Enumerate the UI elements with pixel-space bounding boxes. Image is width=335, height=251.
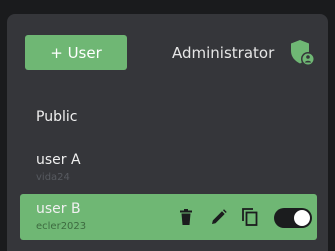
user-row-user-b[interactable]: user B ecler2023 <box>20 194 317 240</box>
role-label: Administrator <box>172 44 275 62</box>
user-password: ecler2023 <box>36 221 87 232</box>
add-user-button[interactable]: + User <box>25 35 127 70</box>
admin-shield-icon[interactable] <box>290 39 316 67</box>
toggle-knob <box>294 210 310 226</box>
pencil-icon[interactable] <box>209 207 229 227</box>
user-enabled-toggle[interactable] <box>274 208 312 228</box>
users-panel: + User Administrator Public user A vida2… <box>7 14 328 251</box>
user-name: user B <box>36 201 81 217</box>
trash-icon[interactable] <box>176 207 196 227</box>
user-password: vida24 <box>36 172 70 183</box>
user-name: user A <box>36 152 81 168</box>
copy-icon[interactable] <box>240 207 260 227</box>
user-row-public[interactable]: Public <box>7 98 328 138</box>
user-row-user-a[interactable]: user A vida24 <box>7 145 328 191</box>
user-name: Public <box>36 109 78 125</box>
